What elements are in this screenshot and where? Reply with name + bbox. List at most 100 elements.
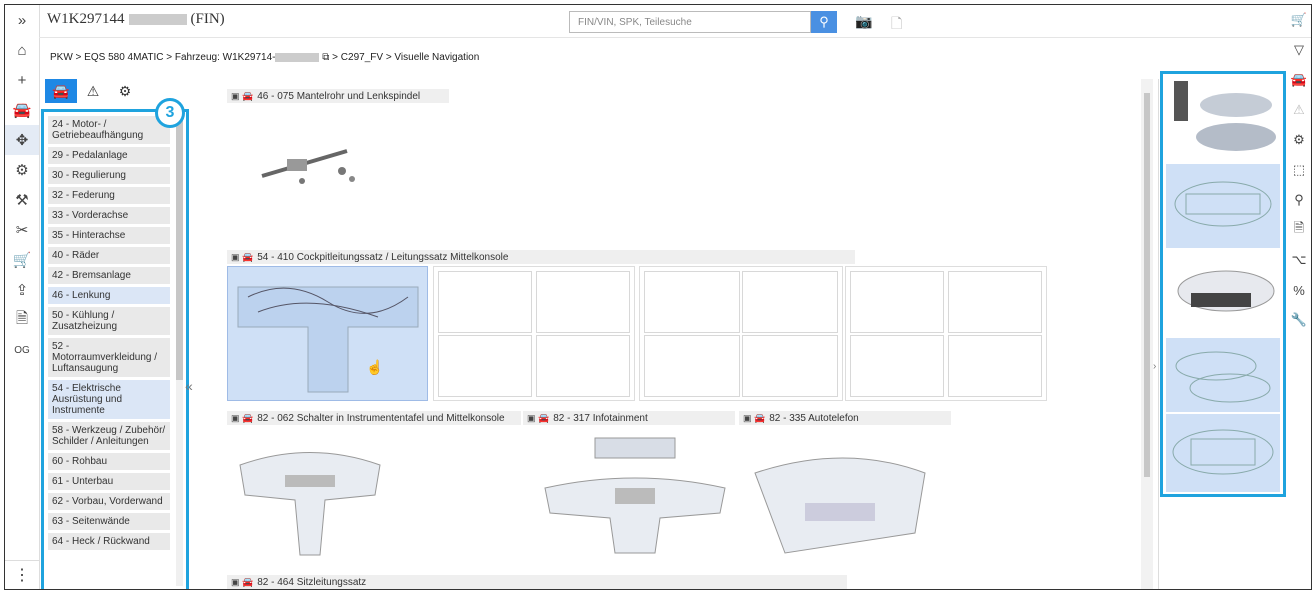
tab-warning-icon[interactable]: ⚠ <box>77 79 109 103</box>
group-list-item[interactable]: 32 - Federung <box>48 187 170 204</box>
section-header[interactable]: ▣ 🚘 54 - 410 Cockpitleitungssatz / Leitun… <box>227 250 855 264</box>
parts-icon[interactable]: ⚙ <box>5 155 39 185</box>
percent-icon[interactable]: % <box>1287 275 1311 305</box>
left-rail: » ⌂ + 🚘 ✥ ⚙ ⚒ ✂ 🛒 ⇪ 🗎 OG ⋮ <box>5 5 40 589</box>
wiring-drawing[interactable] <box>536 271 630 333</box>
collapse-panel-icon[interactable]: « <box>185 378 193 394</box>
dashboard-drawing[interactable] <box>948 335 1042 397</box>
wiring-drawing[interactable] <box>438 335 532 397</box>
group-list-item[interactable]: 62 - Vorbau, Vorderwand <box>48 493 170 510</box>
group-list-item[interactable]: 33 - Vorderachse <box>48 207 170 224</box>
right-rail: 🛒 ▽ 🚘 ⚠ ⚙ ⬚ ⚲ 🗎 ⌥ % 🔧 <box>1287 5 1311 589</box>
group-list-item[interactable]: 46 - Lenkung <box>48 287 170 304</box>
dashboard-drawing[interactable] <box>742 271 838 333</box>
og-label[interactable]: OG <box>5 335 39 365</box>
camera-search-icon[interactable]: 📷 <box>855 13 872 30</box>
group-list-item[interactable]: 64 - Heck / Rückwand <box>48 533 170 550</box>
copy-icon[interactable]: ⧉ <box>322 52 329 63</box>
thumbnail-vehicle-exterior[interactable] <box>1166 77 1280 161</box>
filter-icon[interactable]: ▽ <box>1287 35 1311 65</box>
group-list-item[interactable]: 63 - Seitenwände <box>48 513 170 530</box>
section-header[interactable]: ▣ 🚘 82 - 317 Infotainment <box>523 411 735 425</box>
search-input[interactable]: FIN/VIN, SPK, Teilesuche <box>569 11 811 33</box>
parts-icon[interactable]: ⚙ <box>1287 125 1311 155</box>
add-to-cart-icon[interactable]: ▣ 🚘 <box>231 577 253 587</box>
home-icon[interactable]: ⌂ <box>5 35 39 65</box>
breadcrumb-path[interactable]: PKW > EQS 580 4MATIC > Fahrzeug: W1K2971… <box>50 52 275 63</box>
wrench-icon[interactable]: 🔧 <box>1287 305 1311 335</box>
search-icon[interactable]: ⚲ <box>1287 185 1311 215</box>
add-to-cart-icon[interactable]: ▣ 🚘 <box>231 252 253 262</box>
puzzle-icon[interactable]: ✥ <box>5 125 39 155</box>
group-list-item[interactable]: 52 - Motorraumverkleidung / Luftansaugun… <box>48 338 170 377</box>
group-list-item[interactable]: 61 - Unterbau <box>48 473 170 490</box>
car-icon[interactable]: 🚘 <box>5 95 39 125</box>
group-list-item[interactable]: 54 - Elektrische Ausrüstung und Instrume… <box>48 380 170 419</box>
cart-icon[interactable]: 🛒 <box>5 245 39 275</box>
tool-icon[interactable]: ✂ <box>5 215 39 245</box>
wiring-drawing[interactable] <box>438 271 532 333</box>
breadcrumb: PKW > EQS 580 4MATIC > Fahrzeug: W1K2971… <box>50 52 479 63</box>
list-scrollbar[interactable] <box>176 116 183 586</box>
export-icon[interactable]: ⇪ <box>5 275 39 305</box>
document-search-icon[interactable]: 🗋 <box>891 13 902 37</box>
category-tabs: 🚘 ⚠ ⚙ <box>45 79 141 103</box>
main-scrollbar[interactable] <box>1141 79 1153 589</box>
breadcrumb-tail[interactable]: > C297_FV > Visuelle Navigation <box>332 52 479 63</box>
hierarchy-icon[interactable]: ⌥ <box>1287 245 1311 275</box>
car-icon[interactable]: 🚘 <box>1287 65 1311 95</box>
wiring-drawing[interactable] <box>536 335 630 397</box>
thumbnail-chassis[interactable] <box>1166 251 1280 335</box>
group-list-item[interactable]: 24 - Motor- / Getriebeaufhängung <box>48 116 170 144</box>
callout-badge: 3 <box>155 98 185 128</box>
pointer-cursor-icon: ☝ <box>366 359 384 375</box>
dashboard-drawing[interactable] <box>850 271 944 333</box>
tab-engine-icon[interactable]: ⚙ <box>109 79 141 103</box>
drawing-group <box>433 266 635 401</box>
group-list-item[interactable]: 42 - Bremsanlage <box>48 267 170 284</box>
expand-menu-icon[interactable]: » <box>5 5 39 35</box>
add-to-cart-icon[interactable]: ▣ 🚘 <box>231 413 253 423</box>
section-header[interactable]: ▣ 🚘 82 - 335 Autotelefon <box>739 411 951 425</box>
group-list-item[interactable]: 35 - Hinterachse <box>48 227 170 244</box>
group-list-item[interactable]: 50 - Kühlung / Zusatzheizung <box>48 307 170 335</box>
section-header[interactable]: ▣ 🚘 82 - 464 Sitzleitungssatz <box>227 575 847 589</box>
group-list-item[interactable]: 40 - Räder <box>48 247 170 264</box>
group-list-item[interactable]: 30 - Regulierung <box>48 167 170 184</box>
section-header[interactable]: ▣ 🚘 82 - 062 Schalter in Instrumententafe… <box>227 411 521 425</box>
infotainment-drawing[interactable] <box>535 433 735 563</box>
telephone-drawing[interactable] <box>745 433 935 563</box>
dashboard-drawing[interactable] <box>644 271 740 333</box>
add-to-cart-icon[interactable]: ▣ 🚘 <box>527 413 549 423</box>
more-vertical-icon[interactable]: ⋮ <box>5 560 39 589</box>
thumbnail-topview[interactable] <box>1166 414 1280 492</box>
dashboard-drawing[interactable] <box>742 335 838 397</box>
expand-right-icon[interactable]: › <box>1153 361 1156 372</box>
group-list-item[interactable]: 29 - Pedalanlage <box>48 147 170 164</box>
add-to-cart-icon[interactable]: ▣ 🚘 <box>231 91 253 101</box>
cart-icon[interactable]: 🛒 <box>1287 5 1311 35</box>
search-button[interactable]: ⚲ <box>811 11 837 33</box>
document-info-icon[interactable]: 🗎 <box>5 305 39 335</box>
dashboard-drawing[interactable] <box>850 335 944 397</box>
vin-redacted <box>275 52 320 62</box>
group-list-item[interactable]: 58 - Werkzeug / Zubehör/ Schilder / Anle… <box>48 422 170 450</box>
document-icon[interactable]: 🗎 <box>1287 215 1311 245</box>
warning-icon[interactable]: ⚠ <box>1287 95 1311 125</box>
tab-vehicle-icon[interactable]: 🚘 <box>45 79 77 103</box>
dashboard-drawing[interactable] <box>644 335 740 397</box>
package-icon[interactable]: ⬚ <box>1287 155 1311 185</box>
add-icon[interactable]: + <box>5 65 39 95</box>
section-header[interactable]: ▣ 🚘 46 - 075 Mantelrohr und Lenkspindel <box>227 89 449 103</box>
search-icon: ⚲ <box>819 14 829 29</box>
engine-icon[interactable]: ⚒ <box>5 185 39 215</box>
steering-column-drawing[interactable] <box>257 141 367 191</box>
drawing-group <box>845 266 1047 401</box>
wiring-drawing-selected[interactable]: ☝ <box>227 266 428 401</box>
dashboard-drawing[interactable] <box>948 271 1042 333</box>
switch-panel-drawing[interactable] <box>235 435 385 565</box>
group-list-item[interactable]: 60 - Rohbau <box>48 453 170 470</box>
thumbnail-body[interactable] <box>1166 338 1280 412</box>
thumbnail-interior[interactable] <box>1166 164 1280 248</box>
add-to-cart-icon[interactable]: ▣ 🚘 <box>743 413 765 423</box>
